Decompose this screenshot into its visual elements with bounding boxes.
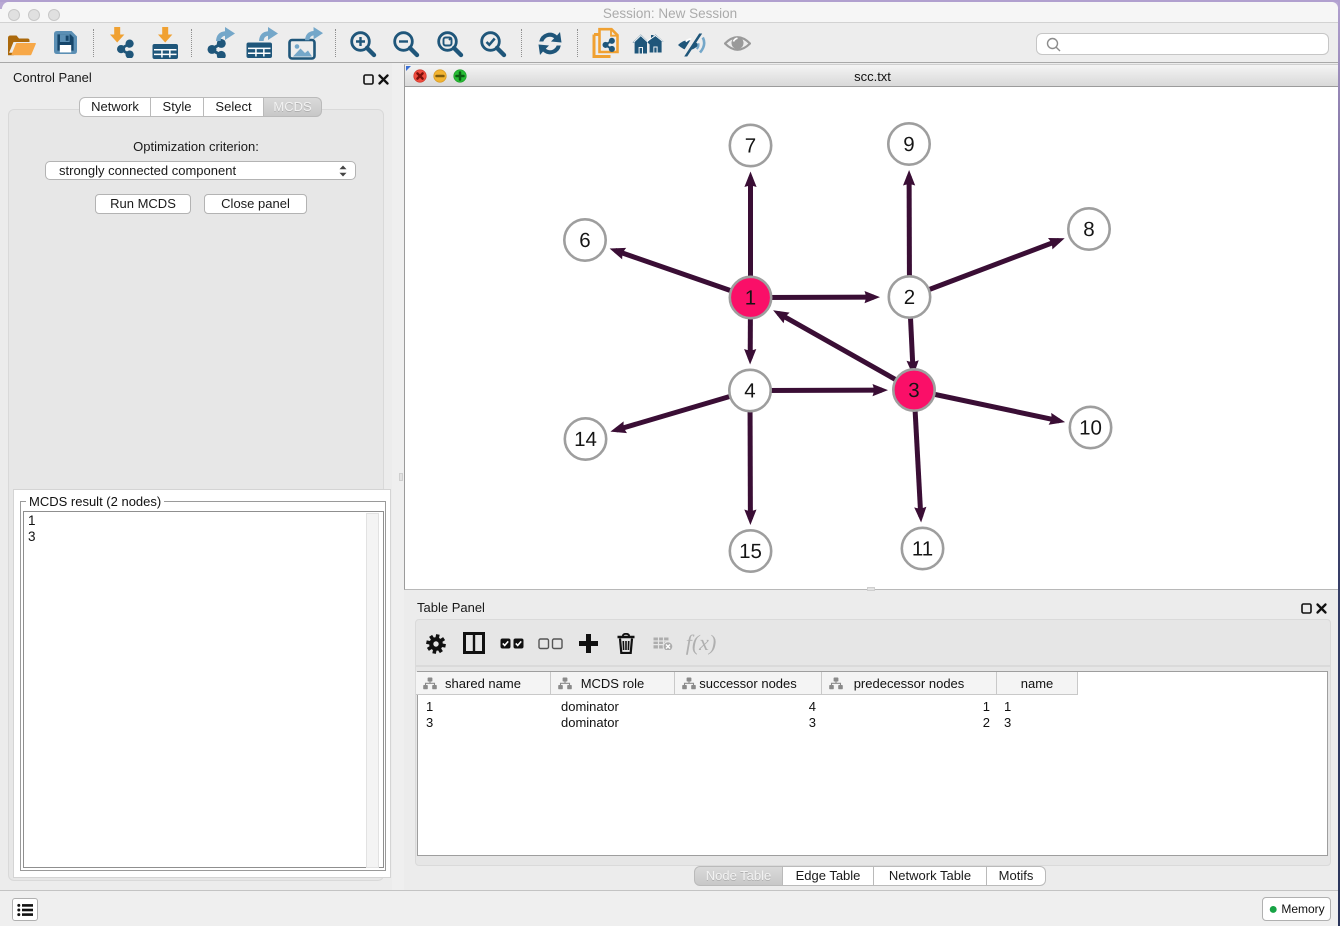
svg-text:14: 14 [574,428,597,451]
svg-text:11: 11 [912,538,933,561]
svg-text:3: 3 [908,379,919,402]
svg-text:4: 4 [744,380,755,403]
svg-text:10: 10 [1079,417,1102,440]
svg-text:6: 6 [579,229,590,252]
svg-text:9: 9 [903,133,914,156]
svg-text:7: 7 [745,135,756,158]
svg-text:1: 1 [745,287,756,310]
svg-text:2: 2 [904,286,915,309]
svg-text:f(x): f(x) [686,630,717,655]
svg-text:15: 15 [739,540,762,563]
svg-text:8: 8 [1083,218,1094,241]
